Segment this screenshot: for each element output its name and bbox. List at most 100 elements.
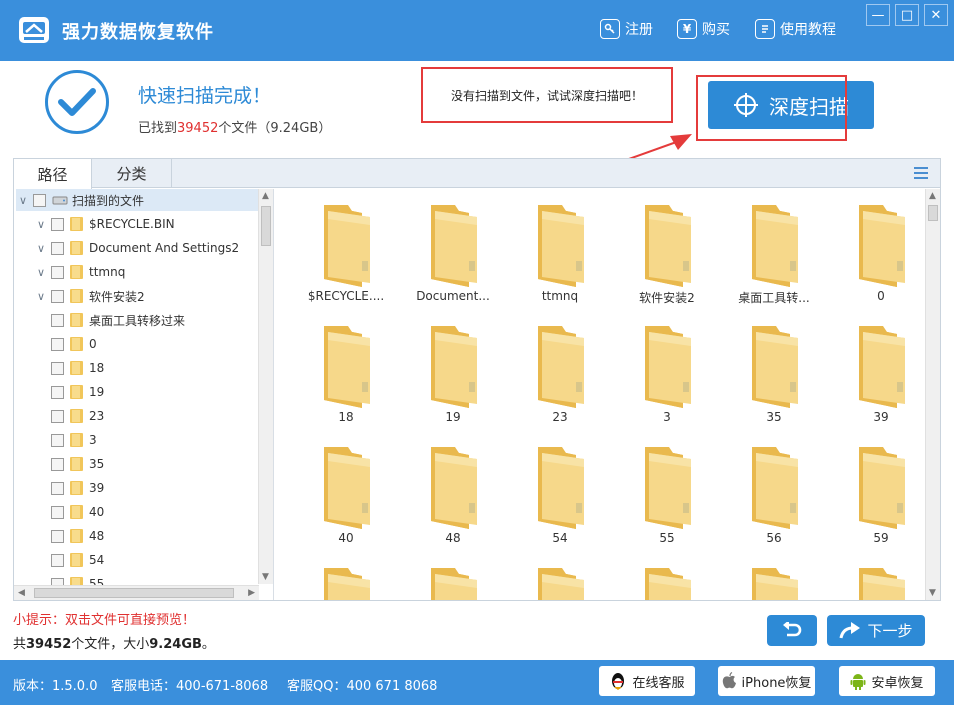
tree-root-item[interactable]: ∨ 扫描到的文件 <box>16 189 260 211</box>
folder-item[interactable]: 3 <box>617 314 717 432</box>
tree-item-label: Document And Settings2 <box>89 241 240 255</box>
tree-item[interactable]: 48 <box>48 525 104 547</box>
tree-checkbox[interactable] <box>33 193 46 207</box>
scroll-left-icon[interactable]: ◀ <box>18 588 25 598</box>
folder-item[interactable]: ttmnq <box>510 193 610 311</box>
tree-checkbox[interactable] <box>51 385 64 399</box>
folder-item[interactable] <box>510 556 610 600</box>
folder-tree: ∨ 扫描到的文件 ∨ $RECYCLE.BIN ∨ Document And Settin… <box>14 189 274 600</box>
folder-item[interactable]: 19 <box>403 314 503 432</box>
next-step-button[interactable]: 下一步 <box>827 615 925 646</box>
tree-checkbox[interactable] <box>51 457 64 471</box>
folder-item[interactable]: 39 <box>831 314 924 432</box>
register-link[interactable]: 注册 <box>600 18 653 40</box>
scroll-down-icon[interactable]: ▼ <box>262 572 269 582</box>
back-button[interactable] <box>767 615 817 646</box>
tree-scroll-thumb[interactable] <box>261 206 271 246</box>
folder-item[interactable]: 0 <box>831 193 924 311</box>
folder-item[interactable]: 23 <box>510 314 610 432</box>
tree-item[interactable]: ∨ $RECYCLE.BIN <box>34 213 175 235</box>
folder-icon <box>324 447 370 529</box>
tree-item[interactable]: 0 <box>48 333 97 355</box>
grid-scroll-thumb[interactable] <box>928 205 938 221</box>
folder-item[interactable]: 55 <box>617 435 717 553</box>
tutorial-link[interactable]: 使用教程 <box>755 18 836 40</box>
folder-item[interactable] <box>724 556 824 600</box>
scroll-right-icon[interactable]: ▶ <box>248 588 255 598</box>
expand-caret-icon[interactable]: ∨ <box>16 194 30 207</box>
tree-checkbox[interactable] <box>51 289 64 303</box>
folder-item[interactable]: 59 <box>831 435 924 553</box>
tree-checkbox[interactable] <box>51 409 64 423</box>
close-button[interactable]: ✕ <box>924 4 948 26</box>
folder-item[interactable]: 35 <box>724 314 824 432</box>
expand-caret-icon[interactable]: ∨ <box>34 290 48 303</box>
scroll-down-icon[interactable]: ▼ <box>929 588 936 598</box>
tree-item[interactable]: 桌面工具转移过来 <box>48 309 185 331</box>
folder-item[interactable]: Document... <box>403 193 503 311</box>
scroll-up-icon[interactable]: ▲ <box>929 191 936 201</box>
tree-vertical-scrollbar[interactable]: ▲ ▼ <box>258 189 273 584</box>
tree-checkbox[interactable] <box>51 313 64 327</box>
folder-label: 35 <box>766 410 782 424</box>
folder-item[interactable] <box>403 556 503 600</box>
tree-item[interactable]: ∨ Document And Settings2 <box>34 237 239 259</box>
list-view-icon[interactable] <box>914 167 928 179</box>
folder-item[interactable]: 54 <box>510 435 610 553</box>
tree-item-label: 0 <box>89 337 97 351</box>
expand-caret-icon[interactable]: ∨ <box>34 266 48 279</box>
tree-checkbox[interactable] <box>51 241 64 255</box>
tree-item[interactable]: 3 <box>48 429 97 451</box>
forward-arrow-icon <box>840 621 861 638</box>
tab-path[interactable]: 路径 <box>14 159 92 189</box>
tree-checkbox[interactable] <box>51 337 64 351</box>
tree-checkbox[interactable] <box>51 361 64 375</box>
folder-item[interactable] <box>831 556 924 600</box>
buy-link[interactable]: ¥ 购买 <box>677 18 730 40</box>
tree-item[interactable]: ∨ 软件安装2 <box>34 285 145 307</box>
tree-item-label: 扫描到的文件 <box>72 193 145 208</box>
apple-icon <box>722 672 736 689</box>
tree-checkbox[interactable] <box>51 505 64 519</box>
expand-caret-icon[interactable]: ∨ <box>34 242 48 255</box>
folder-item[interactable]: 桌面工具转... <box>724 193 824 311</box>
tree-item[interactable]: ∨ ttmnq <box>34 261 125 283</box>
tree-horizontal-scrollbar[interactable]: ◀ ▶ <box>14 585 259 600</box>
folder-icon <box>859 205 905 287</box>
folder-item[interactable]: 48 <box>403 435 503 553</box>
tree-item[interactable]: 39 <box>48 477 104 499</box>
tree-checkbox[interactable] <box>51 529 64 543</box>
results-panel: 路径 分类 ∨ 扫描到的文件 ∨ $RECYCLE.BIN ∨ Document And … <box>13 158 941 601</box>
maximize-button[interactable]: □ <box>895 4 919 26</box>
folder-item[interactable] <box>296 556 396 600</box>
tree-checkbox[interactable] <box>51 481 64 495</box>
online-service-button[interactable]: 在线客服 <box>599 666 695 696</box>
tree-checkbox[interactable] <box>51 265 64 279</box>
folder-item[interactable]: $RECYCLE.... <box>296 193 396 311</box>
tree-checkbox[interactable] <box>51 433 64 447</box>
tree-item[interactable]: 54 <box>48 549 104 571</box>
folder-item[interactable]: 软件安装2 <box>617 193 717 311</box>
tree-hscroll-thumb[interactable] <box>34 588 234 598</box>
tree-checkbox[interactable] <box>51 217 64 231</box>
folder-item[interactable]: 40 <box>296 435 396 553</box>
folder-item[interactable]: 56 <box>724 435 824 553</box>
folder-item[interactable] <box>617 556 717 600</box>
scroll-up-icon[interactable]: ▲ <box>262 191 269 201</box>
grid-scrollbar[interactable]: ▲ ▼ <box>925 189 940 600</box>
tab-category[interactable]: 分类 <box>92 159 172 188</box>
tree-item[interactable]: 18 <box>48 357 104 379</box>
register-label: 注册 <box>625 22 653 38</box>
folder-item[interactable]: 18 <box>296 314 396 432</box>
tree-checkbox[interactable] <box>51 553 64 567</box>
iphone-recovery-button[interactable]: iPhone恢复 <box>718 666 815 696</box>
folder-icon <box>752 568 798 600</box>
folder-icon <box>752 205 798 287</box>
tree-item[interactable]: 19 <box>48 381 104 403</box>
tree-item[interactable]: 23 <box>48 405 104 427</box>
android-recovery-button[interactable]: 安卓恢复 <box>839 666 935 696</box>
expand-caret-icon[interactable]: ∨ <box>34 218 48 231</box>
tree-item[interactable]: 40 <box>48 501 104 523</box>
tree-item[interactable]: 35 <box>48 453 104 475</box>
minimize-button[interactable]: — <box>866 4 890 26</box>
